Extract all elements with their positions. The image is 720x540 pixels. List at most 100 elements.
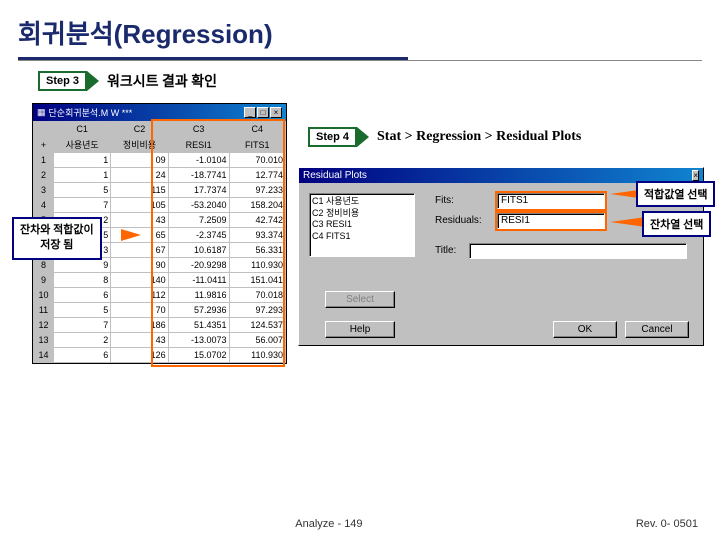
fits-input[interactable]: FITS1 bbox=[497, 193, 605, 209]
cell[interactable]: 12 bbox=[34, 318, 54, 333]
cell[interactable]: 10.6187 bbox=[168, 243, 229, 258]
sub-h3: RESI1 bbox=[168, 137, 229, 153]
cell[interactable]: 126 bbox=[111, 348, 168, 363]
callout-fits: 적합값열 선택 bbox=[636, 181, 715, 207]
cell[interactable]: 56.007 bbox=[229, 333, 285, 348]
cell[interactable]: 57.2936 bbox=[168, 303, 229, 318]
list-item[interactable]: C1 사용년도 bbox=[312, 196, 412, 208]
cell[interactable]: 8 bbox=[54, 273, 111, 288]
cell[interactable]: 2 bbox=[54, 333, 111, 348]
cell[interactable]: 115 bbox=[111, 183, 168, 198]
cell[interactable]: 7 bbox=[54, 318, 111, 333]
column-listbox[interactable]: C1 사용년도 C2 정비비용 C3 RESI1 C4 FITS1 bbox=[309, 193, 415, 257]
callout-left-line2: 저장 됨 bbox=[20, 238, 94, 253]
col-h4: C4 bbox=[229, 122, 285, 137]
cell[interactable]: 6 bbox=[54, 288, 111, 303]
footer-right: Rev. 0- 0501 bbox=[636, 518, 698, 530]
cell[interactable]: 7.2509 bbox=[168, 213, 229, 228]
residuals-input[interactable]: RESI1 bbox=[497, 213, 605, 229]
cell[interactable]: 4 bbox=[34, 198, 54, 213]
cell[interactable]: 24 bbox=[111, 168, 168, 183]
cell[interactable]: 186 bbox=[111, 318, 168, 333]
cell[interactable]: 14 bbox=[34, 348, 54, 363]
cell[interactable]: 15.0702 bbox=[168, 348, 229, 363]
cell[interactable]: 10 bbox=[34, 288, 54, 303]
cell[interactable]: 67 bbox=[111, 243, 168, 258]
cell[interactable]: 11.9816 bbox=[168, 288, 229, 303]
cell[interactable]: 11 bbox=[34, 303, 54, 318]
cell[interactable]: 151.041 bbox=[229, 273, 285, 288]
cell[interactable]: 70.018 bbox=[229, 288, 285, 303]
cell[interactable]: -13.0073 bbox=[168, 333, 229, 348]
cell[interactable]: 1 bbox=[54, 153, 111, 168]
ok-button[interactable]: OK bbox=[553, 321, 617, 338]
cell[interactable]: 90 bbox=[111, 258, 168, 273]
table-row: 14612615.0702110.930 bbox=[34, 348, 286, 363]
dialog-close-icon[interactable]: × bbox=[692, 170, 699, 181]
cell[interactable]: 97.233 bbox=[229, 183, 285, 198]
cell[interactable]: 3 bbox=[34, 183, 54, 198]
sub-h0: + bbox=[34, 137, 54, 153]
footer-left: Analyze - 149 bbox=[295, 518, 362, 530]
cell[interactable]: 140 bbox=[111, 273, 168, 288]
list-item[interactable]: C4 FITS1 bbox=[312, 231, 412, 243]
cell[interactable]: 51.4351 bbox=[168, 318, 229, 333]
title-input[interactable] bbox=[469, 243, 687, 259]
cell[interactable]: 56.331 bbox=[229, 243, 285, 258]
worksheet-icon: ▦ bbox=[37, 107, 46, 118]
dialog-title: Residual Plots bbox=[303, 170, 367, 181]
cell[interactable]: 124.537 bbox=[229, 318, 285, 333]
cell[interactable]: -11.0411 bbox=[168, 273, 229, 288]
cell[interactable]: 2 bbox=[34, 168, 54, 183]
step3-arrow-icon bbox=[87, 71, 99, 91]
cell[interactable]: 12.774 bbox=[229, 168, 285, 183]
step4-row: Step 4 Stat > Regression > Residual Plot… bbox=[308, 127, 581, 147]
cell[interactable]: 42.742 bbox=[229, 213, 285, 228]
cell[interactable]: 93.374 bbox=[229, 228, 285, 243]
cell[interactable]: 17.7374 bbox=[168, 183, 229, 198]
cancel-button[interactable]: Cancel bbox=[625, 321, 689, 338]
cell[interactable]: 1 bbox=[54, 168, 111, 183]
table-row: 1157057.293697.293 bbox=[34, 303, 286, 318]
footer: Analyze - 149 Rev. 0- 0501 bbox=[0, 518, 720, 530]
cell[interactable]: 70 bbox=[111, 303, 168, 318]
list-item[interactable]: C3 RESI1 bbox=[312, 219, 412, 231]
cell[interactable]: 43 bbox=[111, 213, 168, 228]
table-row: 2124-18.774112.774 bbox=[34, 168, 286, 183]
cell[interactable]: 1 bbox=[34, 153, 54, 168]
arrow-left-icon bbox=[121, 229, 141, 241]
cell[interactable]: 7 bbox=[54, 198, 111, 213]
list-item[interactable]: C2 정비비용 bbox=[312, 208, 412, 220]
cell[interactable]: -1.0104 bbox=[168, 153, 229, 168]
cell[interactable]: 110.930 bbox=[229, 258, 285, 273]
cell[interactable]: 112 bbox=[111, 288, 168, 303]
step4-text: Stat > Regression > Residual Plots bbox=[377, 129, 581, 145]
cell[interactable]: 110.930 bbox=[229, 348, 285, 363]
col-h0 bbox=[34, 122, 54, 137]
cell[interactable]: 43 bbox=[111, 333, 168, 348]
cell[interactable]: 13 bbox=[34, 333, 54, 348]
cell[interactable]: -18.7741 bbox=[168, 168, 229, 183]
cell[interactable]: 5 bbox=[54, 183, 111, 198]
cell[interactable]: -53.2040 bbox=[168, 198, 229, 213]
cell[interactable]: 9 bbox=[34, 273, 54, 288]
cell[interactable]: -2.3745 bbox=[168, 228, 229, 243]
cell[interactable]: 158.204 bbox=[229, 198, 285, 213]
minimize-icon[interactable]: _ bbox=[244, 107, 256, 118]
select-button[interactable]: Select bbox=[325, 291, 395, 308]
cell[interactable]: -20.9298 bbox=[168, 258, 229, 273]
callout-left: 잔차와 적합값이 저장 됨 bbox=[12, 217, 102, 260]
worksheet-titlebar: ▦ 단순회귀분석.M W *** _ □ × bbox=[33, 104, 286, 121]
cell[interactable]: 97.293 bbox=[229, 303, 285, 318]
cell[interactable]: 09 bbox=[111, 153, 168, 168]
col-h3: C3 bbox=[168, 122, 229, 137]
cell[interactable]: 70.010 bbox=[229, 153, 285, 168]
step4-badge: Step 4 bbox=[308, 127, 357, 147]
worksheet-title: 단순회귀분석.M W *** bbox=[49, 106, 133, 119]
close-icon[interactable]: × bbox=[270, 107, 282, 118]
cell[interactable]: 6 bbox=[54, 348, 111, 363]
maximize-icon[interactable]: □ bbox=[257, 107, 269, 118]
cell[interactable]: 5 bbox=[54, 303, 111, 318]
help-button[interactable]: Help bbox=[325, 321, 395, 338]
cell[interactable]: 105 bbox=[111, 198, 168, 213]
